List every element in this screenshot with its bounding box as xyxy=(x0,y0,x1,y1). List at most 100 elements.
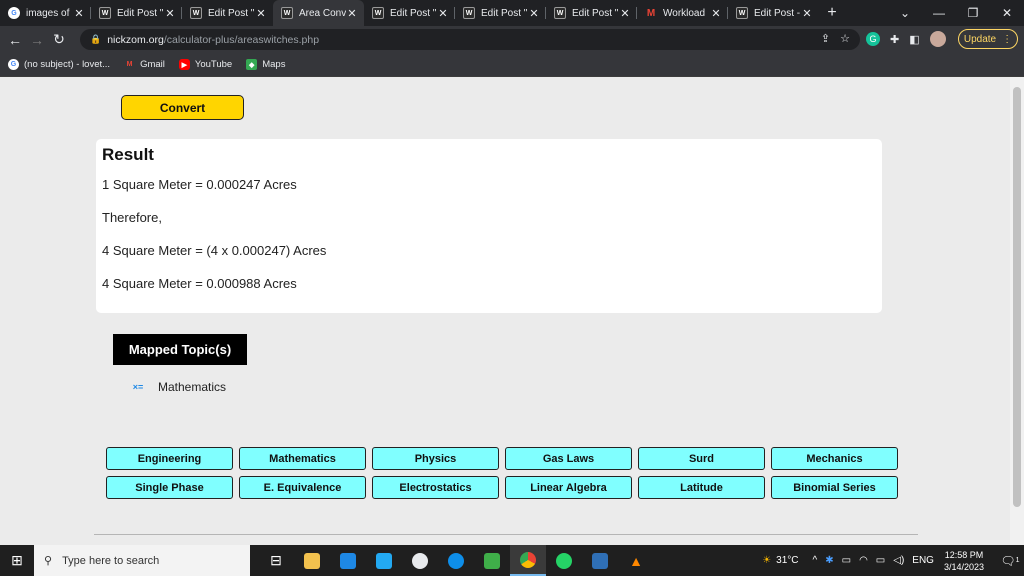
extensions-area: G ✚ ◧ xyxy=(866,31,946,47)
lock-icon[interactable]: 🔒 xyxy=(90,34,101,45)
tab-5[interactable]: W Edit Post " ✕ xyxy=(455,0,546,26)
battery-icon[interactable]: ▭ xyxy=(876,555,885,566)
tab-4[interactable]: W Edit Post " ✕ xyxy=(364,0,455,26)
teamviewer-icon[interactable] xyxy=(438,545,474,576)
menu-dots-icon: ⋮ xyxy=(1002,33,1013,45)
close-icon[interactable]: ✕ xyxy=(528,7,540,20)
reload-icon[interactable]: ↻ xyxy=(48,31,70,48)
chrome-icon[interactable] xyxy=(510,545,546,576)
tag-linear-algebra[interactable]: Linear Algebra xyxy=(505,476,632,499)
clock-time: 12:58 PM xyxy=(944,549,984,560)
weather-sun-icon: ☀ xyxy=(762,555,772,566)
bookmark-no-subject[interactable]: G (no subject) - lovet... xyxy=(8,59,110,70)
tag-single-phase[interactable]: Single Phase xyxy=(106,476,233,499)
bookmark-star-icon[interactable]: ☆ xyxy=(840,32,850,45)
app-hexagon-icon[interactable] xyxy=(402,545,438,576)
device-icon[interactable]: ▭ xyxy=(842,555,851,566)
gmail-icon: M xyxy=(126,61,133,68)
bookmark-gmail[interactable]: M Gmail xyxy=(124,59,165,70)
tab-6[interactable]: W Edit Post " ✕ xyxy=(546,0,637,26)
green-cube-icon[interactable] xyxy=(474,545,510,576)
math-symbols-icon: ×= xyxy=(132,382,144,392)
share-icon[interactable]: ⇪ xyxy=(821,32,830,45)
result-line: Therefore, xyxy=(102,210,162,225)
notification-center-icon[interactable]: 🗨 1 xyxy=(996,545,1024,576)
grammarly-icon[interactable]: G xyxy=(866,32,880,46)
mapped-topics-heading: Mapped Topic(s) xyxy=(113,334,247,365)
tag-electrostatics[interactable]: Electrostatics xyxy=(372,476,499,499)
vlc-icon[interactable]: ▲ xyxy=(618,545,654,576)
profile-avatar[interactable] xyxy=(929,31,946,47)
close-icon[interactable]: ✕ xyxy=(437,7,449,20)
tab-search-icon[interactable]: ⌄ xyxy=(888,0,922,26)
bookmark-maps[interactable]: ◆ Maps xyxy=(246,59,285,70)
tab-2[interactable]: W Edit Post " ✕ xyxy=(182,0,273,26)
tag-mathematics[interactable]: Mathematics xyxy=(239,447,366,470)
tab-1[interactable]: W Edit Post " ✕ xyxy=(91,0,182,26)
bluetooth-icon[interactable]: ✱ xyxy=(825,555,833,566)
tag-mechanics[interactable]: Mechanics xyxy=(771,447,898,470)
close-icon[interactable]: ✕ xyxy=(801,7,813,20)
close-window-icon[interactable]: ✕ xyxy=(990,0,1024,26)
tag-e-equivalence[interactable]: E. Equivalence xyxy=(239,476,366,499)
restore-icon[interactable]: ❐ xyxy=(956,0,990,26)
topic-link-mathematics[interactable]: ×= Mathematics xyxy=(128,379,226,395)
gmail-icon: M xyxy=(646,7,656,19)
back-icon[interactable]: ← xyxy=(4,32,26,48)
google-icon: G xyxy=(8,59,19,70)
close-icon[interactable]: ✕ xyxy=(346,7,358,20)
wifi-icon[interactable]: ◠ xyxy=(859,555,868,566)
taskbar-apps: ⊟ ▲ xyxy=(258,545,654,576)
google-icon: G xyxy=(8,7,20,19)
tag-gas-laws[interactable]: Gas Laws xyxy=(505,447,632,470)
address-bar[interactable]: 🔒 nickzom.org/calculator-plus/areaswitch… xyxy=(80,29,860,50)
page-scrollbar[interactable] xyxy=(1010,77,1024,545)
update-button[interactable]: Update ⋮ xyxy=(958,29,1018,49)
result-line: 4 Square Meter = (4 x 0.000247) Acres xyxy=(102,243,327,258)
tag-physics[interactable]: Physics xyxy=(372,447,499,470)
new-tab-button[interactable]: + xyxy=(819,0,845,26)
convert-button[interactable]: Convert xyxy=(121,95,244,120)
weather-widget[interactable]: ☀ 31°C xyxy=(762,555,798,566)
tab-8[interactable]: W Edit Post - ✕ xyxy=(728,0,819,26)
bookmarks-bar: G (no subject) - lovet... M Gmail ▶ YouTube… xyxy=(0,53,1024,77)
windows-start-icon[interactable]: ⊞ xyxy=(0,545,34,576)
close-icon[interactable]: ✕ xyxy=(73,7,85,20)
close-icon[interactable]: ✕ xyxy=(710,7,722,20)
wp-icon: W xyxy=(190,7,202,19)
tag-binomial-series[interactable]: Binomial Series xyxy=(771,476,898,499)
close-icon[interactable]: ✕ xyxy=(619,7,631,20)
whatsapp-icon[interactable] xyxy=(546,545,582,576)
tab-3-active[interactable]: W Area Conv ✕ xyxy=(273,0,364,26)
taskbar-search-box[interactable]: ⚲ Type here to search xyxy=(34,545,250,576)
scrollbar-thumb[interactable] xyxy=(1013,87,1021,507)
tag-surd[interactable]: Surd xyxy=(638,447,765,470)
task-view-icon[interactable]: ⊟ xyxy=(258,545,294,576)
side-panel-icon[interactable]: ◧ xyxy=(909,33,919,46)
wp-icon: W xyxy=(736,7,748,19)
extensions-puzzle-icon[interactable]: ✚ xyxy=(890,33,899,46)
bookmark-youtube[interactable]: ▶ YouTube xyxy=(178,59,232,70)
result-title: Result xyxy=(102,145,154,164)
minimize-icon[interactable]: — xyxy=(922,0,956,26)
topic-tags: Engineering Mathematics Physics Gas Laws… xyxy=(106,447,898,499)
forward-icon[interactable]: → xyxy=(26,32,48,48)
close-icon[interactable]: ✕ xyxy=(255,7,267,20)
tab-7[interactable]: M Workload ✕ xyxy=(637,0,728,26)
tag-engineering[interactable]: Engineering xyxy=(106,447,233,470)
language-indicator[interactable]: ENG xyxy=(912,555,934,566)
close-icon[interactable]: ✕ xyxy=(164,7,176,20)
chevron-up-icon[interactable]: ^ xyxy=(813,555,818,566)
vscode-icon[interactable] xyxy=(366,545,402,576)
photos-icon[interactable] xyxy=(582,545,618,576)
browser-toolbar: ← → ↻ 🔒 nickzom.org/calculator-plus/area… xyxy=(0,26,1024,53)
file-explorer-icon[interactable] xyxy=(294,545,330,576)
system-tray: ☀ 31°C ^ ✱ ▭ ◠ ▭ ◁) ENG 12:58 PM 3/14/202… xyxy=(762,545,1024,576)
volume-icon[interactable]: ◁) xyxy=(893,555,904,566)
mail-icon[interactable] xyxy=(330,545,366,576)
tag-latitude[interactable]: Latitude xyxy=(638,476,765,499)
tab-0[interactable]: Gimages of ✕ xyxy=(0,0,91,26)
clock[interactable]: 12:58 PM 3/14/2023 xyxy=(944,549,984,573)
window-controls: ⌄ — ❐ ✕ xyxy=(888,0,1024,26)
divider xyxy=(94,534,918,535)
